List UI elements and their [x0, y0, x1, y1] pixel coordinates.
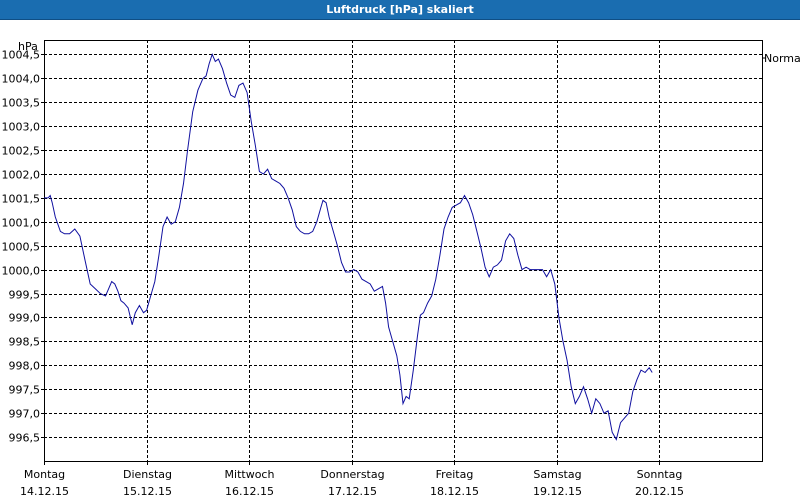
y-tick-label: 999,0 [9, 312, 41, 325]
x-tick-date-label: 18.12.15 [430, 485, 479, 498]
y-tick-label: 1004,0 [2, 73, 41, 86]
x-tick-day-label: Freitag [436, 468, 474, 481]
y-tick-label: 1002,5 [2, 145, 41, 158]
x-tick-day-label: Dienstag [123, 468, 172, 481]
x-tick-date-label: 16.12.15 [225, 485, 274, 498]
y-tick-label: 997,0 [9, 408, 41, 421]
x-tick-day-label: Montag [24, 468, 65, 481]
y-tick-label: 998,0 [9, 360, 41, 373]
y-axis-label: hPa [18, 40, 38, 53]
y-tick-label: 1000,0 [2, 265, 41, 278]
chart-window-titlebar: Luftdruck [hPa] skaliert [0, 0, 800, 20]
y-axis-ticks: 1004,51004,01003,51003,01002,51002,01001… [2, 40, 44, 445]
grid-layer [44, 40, 762, 461]
y-tick-label: 1001,5 [2, 193, 41, 206]
plot-frame [44, 40, 763, 462]
x-axis-ticks: Montag 14.12.15 Dienstag 15.12.15 Mittwoch 16… [20, 461, 684, 498]
chart-window-title: Luftdruck [hPa] skaliert [326, 3, 474, 16]
y-tick-label: 998,5 [9, 336, 41, 349]
pressure-line-chart: 1004,51004,01003,51003,01002,51002,01001… [2, 40, 800, 498]
x-tick-day-label: Donnerstag [320, 468, 384, 481]
x-tick-date-label: 15.12.15 [123, 485, 172, 498]
legend-label-normal: Normal [764, 52, 800, 65]
y-tick-label: 999,5 [9, 289, 41, 302]
plot-border [44, 40, 763, 462]
y-tick-label: 997,5 [9, 384, 41, 397]
y-tick-label: 996,5 [9, 432, 41, 445]
y-tick-label: 1000,5 [2, 241, 41, 254]
y-tick-label: 1001,0 [2, 217, 41, 230]
y-tick-label: 1003,0 [2, 121, 41, 134]
y-tick-label: 1003,5 [2, 97, 41, 110]
x-tick-day-label: Mittwoch [225, 468, 275, 481]
x-tick-date-label: 17.12.15 [328, 485, 377, 498]
x-tick-date-label: 20.12.15 [635, 485, 684, 498]
x-tick-date-label: 14.12.15 [20, 485, 69, 498]
x-tick-day-label: Sonntag [637, 468, 683, 481]
y-tick-label: 1002,0 [2, 169, 41, 182]
legend: Normal [762, 52, 800, 65]
x-tick-day-label: Samstag [533, 468, 581, 481]
x-tick-date-label: 19.12.15 [533, 485, 582, 498]
